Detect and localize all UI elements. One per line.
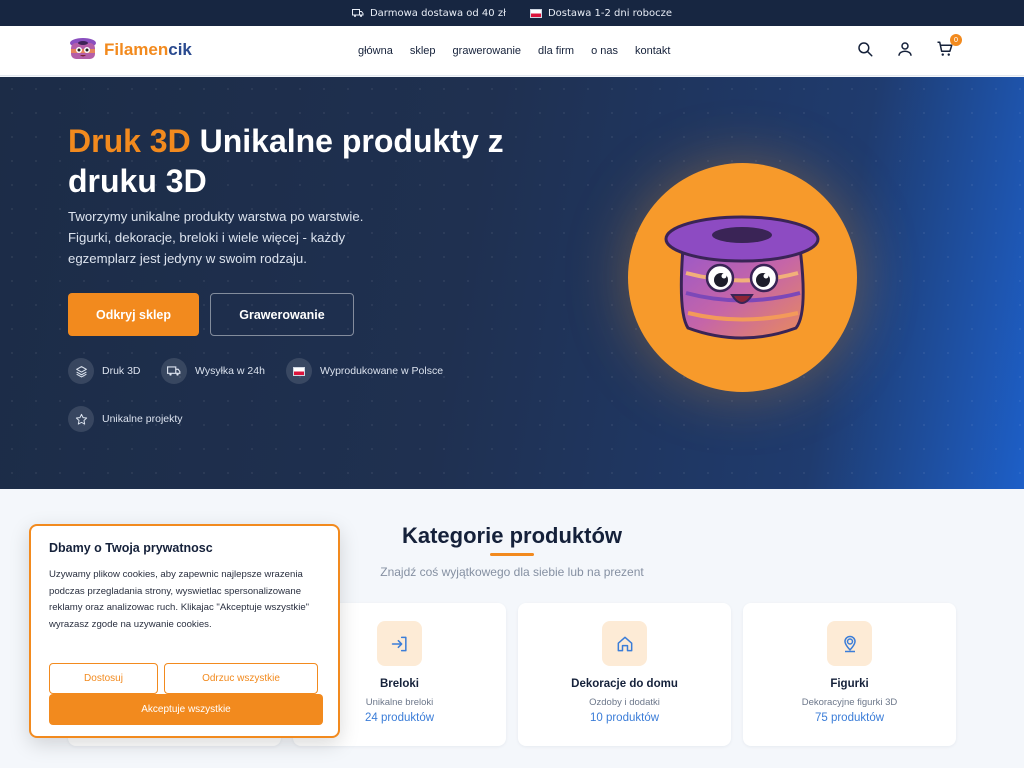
free-shipping-text: Darmowa dostawa od 40 zł <box>369 7 506 19</box>
feature-unique-designs: Unikalne projekty <box>68 406 183 432</box>
brand-name: Filamencik <box>104 40 192 59</box>
title-underline <box>490 553 534 556</box>
logo[interactable]: Filamencik <box>68 35 192 65</box>
category-name: Dekoracje do domu <box>571 678 678 690</box>
discover-shop-button[interactable]: Odkryj sklep <box>68 293 199 336</box>
truck-icon <box>351 9 364 17</box>
poland-flag-icon <box>529 8 542 18</box>
category-description: Ozdoby i dodatki <box>589 697 660 708</box>
cookie-text: Uzywamy plikow cookies, aby zapewnic naj… <box>49 569 310 630</box>
top-announcement-bar: Darmowa dostawa od 40 zł Dostawa 1-2 dni… <box>0 0 1024 26</box>
nav-link-shop[interactable]: sklep <box>410 45 436 57</box>
header-actions: 0 <box>856 34 962 58</box>
cookie-customize-button[interactable]: Dostosuj <box>49 663 158 694</box>
hero-section: Druk 3D Unikalne produkty z druku 3D Two… <box>0 77 1024 489</box>
nav-link-engraving[interactable]: grawerowanie <box>453 45 521 57</box>
engraving-button[interactable]: Grawerowanie <box>210 293 354 336</box>
category-card-figurines[interactable]: Figurki Dekoracyjne figurki 3D 75 produk… <box>743 603 956 746</box>
cookie-accept-all-button[interactable]: Akceptuje wszystkie <box>49 694 323 725</box>
truck-icon <box>161 358 187 384</box>
hero-title: Druk 3D Unikalne produkty z druku 3D <box>68 121 528 201</box>
main-navigation: główna sklep grawerowanie dla firm o nas… <box>358 26 670 76</box>
filament-spool-mascot-icon <box>664 215 820 340</box>
nav-link-business[interactable]: dla firm <box>538 45 574 57</box>
cart-icon[interactable]: 0 <box>936 34 962 58</box>
delivery-time-info: Dostawa 1-2 dni robocze <box>529 7 673 19</box>
hero-lead: Tworzymy unikalne produkty warstwa po wa… <box>68 209 364 266</box>
main-header: Filamencik główna sklep grawerowanie dla… <box>0 26 1024 76</box>
layers-icon <box>68 358 94 384</box>
user-icon[interactable] <box>896 40 914 58</box>
mascot-logo-icon <box>70 38 96 59</box>
nav-link-about[interactable]: o nas <box>591 45 618 57</box>
search-icon[interactable] <box>856 40 874 58</box>
map-pin-icon <box>827 621 872 666</box>
feature-shipping: Wysyłka w 24h <box>161 358 265 384</box>
home-icon <box>602 621 647 666</box>
cookie-consent-dialog: Dbamy o Twoja prywatnosc Uzywamy plikow … <box>29 524 340 738</box>
cookie-title: Dbamy o Twoja prywatnosc <box>49 541 213 555</box>
category-count[interactable]: 75 produktów <box>743 712 956 724</box>
category-description: Dekoracyjne figurki 3D <box>801 697 898 708</box>
cookie-reject-all-button[interactable]: Odrzuc wszystkie <box>164 663 318 694</box>
mascot-illustration <box>628 163 857 392</box>
hero-title-accent: Druk 3D <box>68 123 191 159</box>
category-card-home-decor[interactable]: Dekoracje do domu Ozdoby i dodatki 10 pr… <box>518 603 731 746</box>
free-shipping-info: Darmowa dostawa od 40 zł <box>351 7 506 19</box>
star-icon <box>68 406 94 432</box>
nav-link-contact[interactable]: kontakt <box>635 45 670 57</box>
feature-3d-print: Druk 3D <box>68 358 141 384</box>
flag-icon <box>286 358 312 384</box>
category-name: Figurki <box>830 678 869 690</box>
nav-link-home[interactable]: główna <box>358 45 393 57</box>
delivery-time-text: Dostawa 1-2 dni robocze <box>547 7 673 19</box>
feature-made-in-poland: Wyprodukowane w Polsce <box>286 358 443 384</box>
cart-count-badge: 0 <box>950 34 962 46</box>
category-count[interactable]: 10 produktów <box>518 712 731 724</box>
login-arrow-icon <box>377 621 422 666</box>
